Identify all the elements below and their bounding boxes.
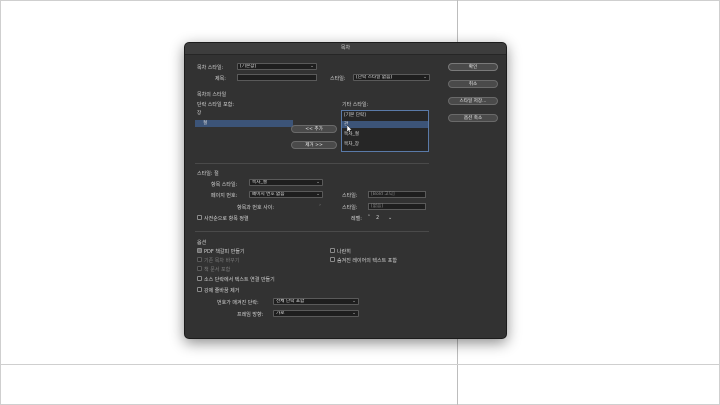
title-style-value: [단락 스타일 없음] — [356, 75, 393, 80]
add-button[interactable]: << 추가 — [291, 125, 337, 133]
list-item[interactable]: 목차_장 — [342, 141, 428, 148]
options-section-title: 옵션 — [197, 240, 207, 246]
sort-checkbox[interactable] — [197, 215, 202, 220]
chevron-down-icon: ⌄ — [352, 299, 356, 304]
dialog-titlebar: 목차 — [185, 43, 506, 55]
ok-button[interactable]: 확인 — [448, 63, 498, 71]
page-style-label: 스타일: — [342, 193, 358, 199]
between-field[interactable]: › — [285, 203, 321, 210]
title-style-select[interactable]: [단락 스타일 없음] ⌄ — [353, 74, 430, 81]
list-item[interactable]: 관 — [342, 121, 428, 128]
page-number-label: 페이지 번호: — [211, 193, 238, 199]
other-styles-label: 기타 스타일: — [342, 102, 369, 108]
toc-style-label: 목차 스타일: — [197, 65, 224, 71]
title-style-label: 스타일: — [330, 76, 346, 82]
included-styles-list[interactable]: 장 절 — [195, 110, 293, 152]
chevron-down-icon[interactable]: ⌄ — [388, 215, 392, 221]
run-in-label: 나란히 — [337, 249, 351, 255]
level-value[interactable]: 2 — [376, 215, 379, 221]
replace-toc-checkbox[interactable] — [197, 257, 202, 262]
cancel-button[interactable]: 취소 — [448, 80, 498, 88]
list-item[interactable]: [기본 단락] — [342, 112, 428, 119]
sort-label: 사전순으로 항목 정렬 — [204, 216, 249, 222]
section-toc-styles: 목차의 스타일 — [197, 92, 227, 98]
fewer-options-button[interactable]: 옵션 축소 — [448, 114, 498, 122]
toc-style-value: [기본값] — [240, 64, 257, 69]
chevron-down-icon: ⌄ — [316, 180, 320, 185]
mouse-cursor-icon — [347, 125, 352, 133]
page-number-value: 페이지 번호 없음 — [252, 192, 285, 197]
title-input[interactable] — [237, 74, 317, 81]
page-style-field[interactable]: [Bold 고딕] — [368, 191, 426, 198]
toc-dialog: 목차 목차 스타일: [기본값] ⌄ 제목: 스타일: [단락 스타일 없음] ⌄ … — [184, 42, 507, 339]
link-text-checkbox[interactable] — [197, 276, 202, 281]
between-style-field[interactable]: [없음] — [368, 203, 426, 210]
level-label: 레벨: — [351, 216, 362, 222]
hidden-layers-checkbox[interactable] — [330, 257, 335, 262]
toc-style-select[interactable]: [기본값] ⌄ — [237, 63, 317, 70]
chevron-down-icon: ⌄ — [310, 64, 314, 69]
run-in-checkbox[interactable] — [330, 248, 335, 253]
pdf-bookmarks-checkbox[interactable] — [197, 248, 202, 253]
list-item[interactable]: 절 — [195, 120, 293, 127]
chevron-down-icon: ⌄ — [316, 192, 320, 197]
style-section-title: 스타일: 절 — [197, 171, 219, 177]
between-label: 항목과 번호 사이: — [237, 205, 275, 211]
frame-dir-select[interactable]: 가로 ⌄ — [273, 310, 359, 317]
remove-button[interactable]: 제거 >> — [291, 141, 337, 149]
level-stepper[interactable]: ⌃ — [367, 214, 375, 221]
divider — [195, 163, 429, 164]
list-item[interactable]: 목차_절 — [342, 131, 428, 138]
include-book-checkbox[interactable] — [197, 266, 202, 271]
include-book-label: 책 문서 포함 — [204, 267, 231, 273]
title-label: 제목: — [215, 76, 226, 82]
replace-toc-label: 기존 목차 바꾸기 — [204, 258, 240, 264]
remove-breaks-label: 강제 줄바꿈 제거 — [204, 288, 240, 294]
numbered-value: 전체 단락 포함 — [276, 299, 305, 304]
entry-style-select[interactable]: 목차_절 ⌄ — [249, 179, 323, 186]
frame-dir-label: 프레임 방향: — [237, 312, 264, 318]
entry-style-label: 항목 스타일: — [211, 182, 238, 188]
divider — [195, 231, 429, 232]
remove-breaks-checkbox[interactable] — [197, 287, 202, 292]
entry-style-value: 목차_절 — [252, 180, 267, 185]
numbered-label: 번호가 매겨진 단락: — [217, 300, 259, 306]
chevron-right-icon: › — [319, 203, 321, 208]
chevron-down-icon: ⌄ — [423, 75, 427, 80]
include-para-styles-label: 단락 스타일 포함: — [197, 102, 235, 108]
other-styles-list[interactable]: [기본 단락] 관 목차_절 목차_장 — [341, 110, 429, 152]
list-item[interactable]: 장 — [195, 110, 293, 117]
link-text-label: 소스 단락에서 텍스트 연결 만들기 — [204, 277, 275, 283]
numbered-select[interactable]: 전체 단락 포함 ⌄ — [273, 298, 359, 305]
hidden-layers-label: 숨겨진 레이어의 텍스트 포함 — [337, 258, 397, 264]
pdf-bookmarks-label: PDF 책갈피 만들기 — [204, 249, 245, 255]
frame-dir-value: 가로 — [276, 311, 285, 316]
chevron-down-icon: ⌄ — [352, 311, 356, 316]
save-style-button[interactable]: 스타일 저장... — [448, 97, 498, 105]
between-style-label: 스타일: — [342, 205, 358, 211]
page-guide-horizontal — [0, 364, 720, 365]
dialog-title: 목차 — [340, 45, 351, 51]
page-number-select[interactable]: 페이지 번호 없음 ⌄ — [249, 191, 323, 198]
